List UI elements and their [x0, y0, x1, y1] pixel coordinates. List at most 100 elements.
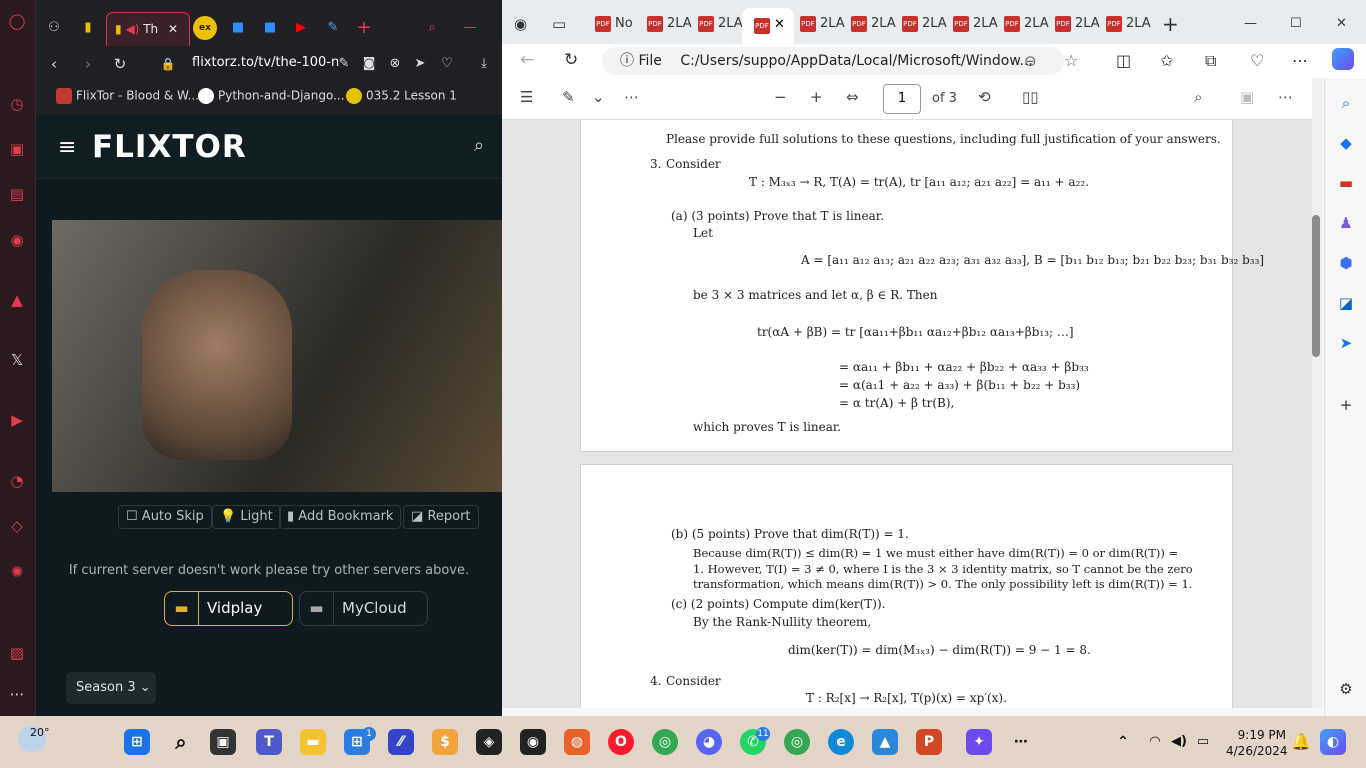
edge-tab-1[interactable]: PDF No	[595, 12, 633, 36]
copilot-icon[interactable]: ✦	[966, 729, 992, 755]
wifi-icon[interactable]: ◠	[1142, 729, 1168, 755]
back-icon[interactable]: ‹	[44, 54, 64, 74]
ex-tab-icon[interactable]: ex	[193, 16, 217, 40]
edge-tab-3[interactable]: PDF 2LA	[698, 12, 743, 36]
play-circle-icon[interactable]: ▶	[6, 409, 28, 431]
search-icon[interactable]: ⌕	[474, 135, 484, 156]
fit-page-icon[interactable]: ⇔	[846, 88, 859, 106]
clock[interactable]: 9:19 PM 4/26/2024	[1226, 727, 1288, 759]
maximize-button[interactable]: ☐	[1290, 12, 1302, 36]
performance-icon[interactable]: ♡	[1250, 51, 1264, 70]
report-button[interactable]: ◪ Report	[403, 505, 479, 529]
edge-tab-7[interactable]: PDF 2LA	[953, 12, 998, 36]
minimize-button[interactable]: —	[1244, 12, 1257, 36]
server-mycloud-button[interactable]: ▬ MyCloud	[299, 591, 428, 626]
vscode-insiders-icon[interactable]: ⁄⁄	[388, 729, 414, 755]
more-icon[interactable]: ⋯	[6, 683, 28, 705]
reload-icon[interactable]: ↻	[564, 50, 578, 70]
player-icon[interactable]: ◉	[6, 229, 28, 251]
save-icon[interactable]: ▣	[1240, 88, 1254, 106]
zoom-in-button[interactable]: +	[810, 88, 823, 106]
edge-icon[interactable]: e	[828, 729, 854, 755]
copilot-pre-icon[interactable]: ◐	[1320, 729, 1346, 755]
shopping-icon[interactable]: ▣	[6, 138, 28, 160]
pdf-viewer[interactable]: Please provide full solutions to these q…	[502, 120, 1312, 708]
youtube-tab-icon[interactable]: ▶	[289, 16, 313, 40]
pdf-scrollbar-track[interactable]	[1312, 78, 1322, 708]
edge-tab-active[interactable]: PDF ✕	[742, 8, 794, 44]
active-tab[interactable]: ▮ ◀) Th ✕	[106, 12, 190, 46]
zoom-out-button[interactable]: −	[774, 88, 787, 106]
settings-icon[interactable]: ⚙	[1335, 678, 1357, 700]
github-icon[interactable]: ◉	[520, 729, 546, 755]
zoom-tab-icon[interactable]: ■	[226, 16, 250, 40]
search-tabs-icon[interactable]: ⌕	[420, 16, 444, 40]
bookmark-github[interactable]: Python-and-Django...	[198, 88, 345, 104]
reload-icon[interactable]: ↻	[110, 54, 130, 74]
notes-icon[interactable]: $	[432, 729, 458, 755]
heart-icon[interactable]: ♡	[437, 54, 457, 74]
file-explorer-icon[interactable]: ▬	[300, 729, 326, 755]
send-icon[interactable]: ➤	[410, 54, 430, 74]
page-view-icon[interactable]: ▯▯	[1022, 88, 1039, 106]
overflow-icon[interactable]: ⋯	[1008, 729, 1034, 755]
start-icon[interactable]: ⊞	[124, 729, 150, 755]
more-tools-icon[interactable]: ⋯	[624, 88, 639, 106]
search-icon[interactable]: ⌕	[1335, 92, 1357, 114]
send-icon[interactable]: ➤	[1335, 332, 1357, 354]
menu-icon[interactable]: ≡	[58, 135, 76, 160]
figma-icon[interactable]: ◈	[476, 729, 502, 755]
opera-logo-icon[interactable]: ◯	[6, 10, 28, 32]
site-logo[interactable]: FLIXTOR	[92, 129, 247, 165]
task-view-icon[interactable]: ▣	[210, 729, 236, 755]
search-icon[interactable]: ⌕	[168, 729, 194, 755]
battery-icon[interactable]: ▭	[1190, 729, 1216, 755]
photos-icon[interactable]: ▲	[872, 729, 898, 755]
teams-icon[interactable]: T	[256, 729, 282, 755]
pdf-scrollbar-thumb[interactable]	[1312, 215, 1320, 357]
contents-icon[interactable]: ☰	[520, 88, 533, 106]
edge-tab-8[interactable]: PDF 2LA	[1004, 12, 1049, 36]
close-window-button[interactable]: ✕	[1336, 12, 1347, 36]
settings-icon[interactable]: ✺	[6, 561, 28, 583]
outlook-icon[interactable]: ◪	[1335, 292, 1357, 314]
block-icon[interactable]: ⊗	[385, 54, 405, 74]
more-icon[interactable]: ⋯	[1292, 51, 1308, 70]
games-icon[interactable]: ♟	[1335, 212, 1357, 234]
camera-icon[interactable]: ◙	[359, 54, 379, 74]
auto-skip-button[interactable]: ☐ Auto Skip	[118, 505, 212, 529]
search-icon[interactable]: ⌕	[1194, 88, 1202, 106]
history-icon[interactable]: ◔	[6, 470, 28, 492]
x-twitter-icon[interactable]: 𝕏	[6, 349, 28, 371]
favorite-star-icon[interactable]: ☆	[1064, 51, 1078, 70]
zoom-icon[interactable]: ⊖	[1024, 52, 1037, 70]
back-icon[interactable]: ←	[520, 50, 534, 70]
tab-close-button[interactable]: ✕	[168, 22, 178, 36]
volume-icon[interactable]: ◀)	[1166, 729, 1192, 755]
bookmark-flixtor[interactable]: FlixTor - Blood & W...	[56, 88, 199, 104]
cube-icon[interactable]: ◇	[6, 515, 28, 537]
tray-chevron-icon[interactable]: ⌃	[1110, 729, 1136, 755]
split-screen-icon[interactable]: ◫	[1116, 51, 1131, 70]
collections-icon[interactable]: ⧉	[1205, 51, 1216, 71]
favorites-icon[interactable]: ✩	[1160, 51, 1173, 70]
new-tab-button[interactable]: +	[1162, 12, 1179, 36]
gallery-icon[interactable]: ▨	[6, 642, 28, 664]
aria-icon[interactable]: ▲	[6, 289, 28, 311]
chrome-profile-icon[interactable]: ◎	[784, 729, 810, 755]
gamepad-tab-icon[interactable]: ⚇	[42, 16, 66, 40]
minimize-icon[interactable]: —	[458, 16, 482, 40]
server-vidplay-button[interactable]: ▬ Vidplay	[164, 591, 293, 626]
tools-icon[interactable]: ▬	[1335, 172, 1357, 194]
bookmark-lesson[interactable]: 035.2 Lesson 1	[346, 88, 457, 104]
forward-icon[interactable]: ›	[78, 54, 98, 74]
season-select[interactable]: Season 3 ⌄	[66, 672, 156, 704]
powerpoint-icon[interactable]: P	[916, 729, 942, 755]
tag-icon[interactable]: ◆	[1335, 132, 1357, 154]
chevron-down-icon[interactable]: ⌄	[592, 88, 605, 106]
download-icon[interactable]: ⤓	[474, 54, 494, 74]
edge-tab-6[interactable]: PDF 2LA	[902, 12, 947, 36]
new-tab-button[interactable]: +	[352, 16, 376, 40]
edge-tab-9[interactable]: PDF 2LA	[1055, 12, 1100, 36]
tab-close-icon[interactable]: ✕	[774, 17, 785, 32]
